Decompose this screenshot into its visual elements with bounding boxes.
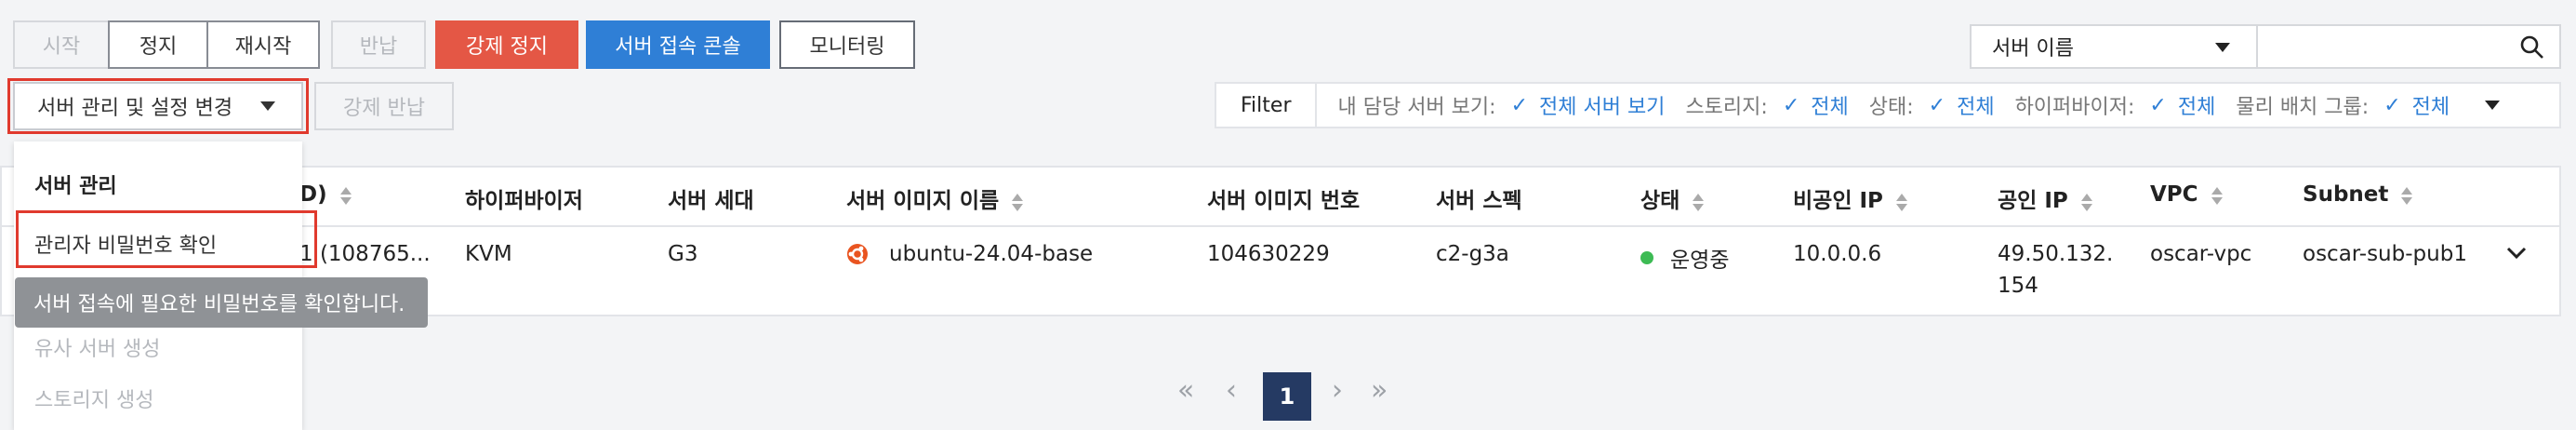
col-header-vpc[interactable]: VPC [2150, 182, 2223, 207]
check-icon: ✓ [2383, 93, 2401, 117]
check-icon: ✓ [1782, 93, 1800, 117]
first-page-icon[interactable]: « [1177, 374, 1194, 407]
col-header-private-ip[interactable]: 비공인 IP [1793, 182, 1907, 214]
menu-item-highlight [16, 210, 317, 268]
col-header-hypervisor: 하이퍼바이저 [465, 189, 583, 213]
col-header-vpc-label: VPC [2150, 182, 2198, 207]
menu-item-create-storage[interactable]: 스토리지 생성 [34, 383, 153, 413]
filter-expand-icon[interactable] [2485, 101, 2501, 110]
filter-value: 전체 서버 보기 [1539, 96, 1666, 119]
start-button[interactable]: 시작 [13, 20, 110, 69]
sort-icon[interactable] [2211, 185, 2223, 206]
menu-item-similar-server[interactable]: 유사 서버 생성 [34, 332, 160, 362]
filter-my-servers[interactable]: 내 담당 서버 보기: ✓ 전체 서버 보기 [1337, 90, 1665, 120]
filter-placement-group[interactable]: 물리 배치 그룹: ✓ 전체 [2236, 90, 2450, 120]
filter-key: 물리 배치 그룹: [2236, 96, 2370, 119]
sort-icon[interactable] [1895, 192, 1907, 212]
col-header-id[interactable]: D) [299, 182, 352, 207]
cell-status: 운영중 [1640, 242, 1729, 274]
cell-hypervisor: KVM [465, 242, 512, 266]
chevron-down-icon [260, 101, 276, 111]
dropdown-section-title: 서버 관리 [34, 175, 117, 198]
last-page-icon[interactable]: » [1371, 374, 1388, 407]
console-button[interactable]: 서버 접속 콘솔 [586, 20, 770, 69]
col-header-image-no: 서버 이미지 번호 [1207, 189, 1361, 213]
filter-key: 상태: [1868, 96, 1914, 119]
sort-icon[interactable] [1693, 192, 1705, 212]
force-return-button[interactable]: 강제 반납 [314, 82, 454, 130]
status-dot-icon [1640, 251, 1653, 264]
ubuntu-icon [847, 244, 868, 264]
tooltip: 서버 접속에 필요한 비밀번호를 확인합니다. [15, 277, 428, 328]
col-header-subnet-label: Subnet [2303, 182, 2389, 207]
cell-vpc: oscar-vpc [2150, 242, 2252, 266]
col-header-generation: 서버 세대 [668, 189, 754, 213]
col-header-public-ip[interactable]: 공인 IP [1998, 182, 2092, 214]
filter-status[interactable]: 상태: ✓ 전체 [1869, 90, 1995, 120]
cell-generation: G3 [668, 242, 698, 266]
search-type-value: 서버 이름 [1992, 37, 2074, 60]
col-header-spec: 서버 스펙 [1436, 189, 1522, 213]
cell-image-name-text: ubuntu-24.04-base [889, 242, 1094, 266]
monitoring-button[interactable]: 모니터링 [779, 20, 915, 69]
header-divider [2, 225, 2559, 227]
col-header-id-label: D) [299, 182, 327, 207]
cell-private-ip: 10.0.0.6 [1793, 242, 1882, 266]
col-header-image-name[interactable]: 서버 이미지 이름 [846, 182, 1024, 214]
cell-public-ip: 49.50.132. 154 [1998, 238, 2113, 302]
filter-value: 전체 [2411, 96, 2450, 119]
cell-status-text: 운영중 [1670, 249, 1730, 273]
server-manage-label: 서버 관리 및 설정 변경 [37, 97, 233, 120]
cell-id[interactable]: 1 (108765... [299, 242, 431, 266]
force-stop-button[interactable]: 강제 정지 [435, 20, 578, 69]
server-manage-button[interactable]: 서버 관리 및 설정 변경 [13, 82, 303, 130]
stop-button[interactable]: 정지 [108, 20, 208, 69]
restart-button[interactable]: 재시작 [206, 20, 320, 69]
col-header-private-ip-label: 비공인 IP [1793, 189, 1883, 213]
prev-page-icon[interactable]: ‹ [1226, 374, 1237, 407]
col-header-status[interactable]: 상태 [1640, 182, 1705, 214]
cell-image-name: ubuntu-24.04-base [846, 242, 1093, 266]
cell-spec: c2-g3a [1436, 242, 1509, 266]
check-icon: ✓ [1928, 93, 1946, 117]
filter-storage[interactable]: 스토리지: ✓ 전체 [1685, 90, 1848, 120]
col-header-image-name-label: 서버 이미지 이름 [846, 189, 1000, 213]
search-type-select[interactable]: 서버 이름 [1970, 24, 2258, 69]
filter-bar: Filter 내 담당 서버 보기: ✓ 전체 서버 보기 스토리지: ✓ 전체 상태:… [1215, 82, 2561, 128]
filter-hypervisor[interactable]: 하이퍼바이저: ✓ 전체 [2015, 90, 2216, 120]
col-header-public-ip-label: 공인 IP [1998, 189, 2068, 213]
next-page-icon[interactable]: › [1332, 374, 1343, 407]
sort-icon[interactable] [2401, 185, 2413, 206]
chevron-down-icon [2215, 43, 2230, 52]
row-expand-chevron-icon[interactable] [2505, 246, 2528, 261]
filter-value: 전체 [1957, 96, 1995, 119]
check-icon: ✓ [1510, 93, 1528, 117]
cell-subnet: oscar-sub-pub1 [2303, 242, 2467, 266]
search-icon[interactable] [2520, 35, 2544, 60]
check-icon: ✓ [2149, 93, 2167, 117]
filter-key: 하이퍼바이저: [2014, 96, 2135, 119]
col-header-status-label: 상태 [1640, 189, 1680, 213]
col-header-subnet[interactable]: Subnet [2303, 182, 2413, 207]
filter-key: 내 담당 서버 보기: [1337, 96, 1496, 119]
sort-icon[interactable] [2080, 192, 2092, 212]
filter-label[interactable]: Filter [1216, 84, 1318, 127]
cell-public-ip-line2: 154 [1998, 274, 2038, 298]
search-input[interactable] [2256, 24, 2561, 69]
filter-key: 스토리지: [1685, 96, 1768, 119]
return-button[interactable]: 반납 [331, 20, 426, 69]
filter-value: 전체 [2177, 96, 2216, 119]
sort-icon[interactable] [339, 185, 352, 206]
filter-value: 전체 [1811, 96, 1849, 119]
cell-public-ip-line1: 49.50.132. [1998, 242, 2114, 266]
sort-icon[interactable] [1012, 192, 1024, 212]
page-number-current[interactable]: 1 [1263, 372, 1311, 421]
cell-image-no: 104630229 [1207, 242, 1330, 266]
